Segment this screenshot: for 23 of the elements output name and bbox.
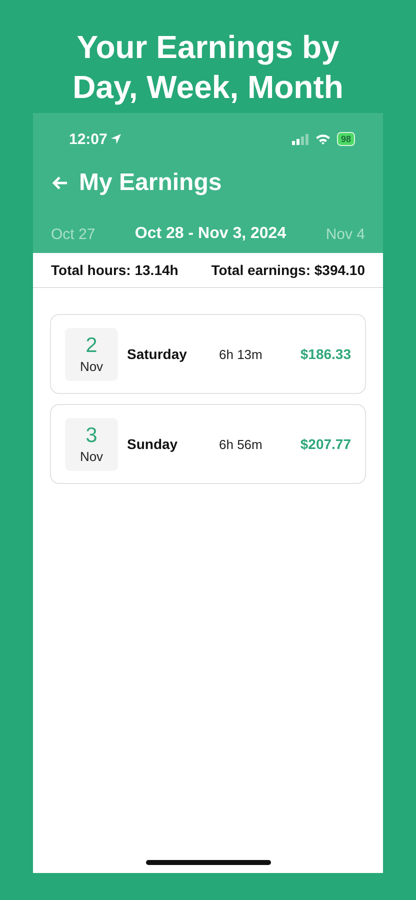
amount-label: $186.33 (300, 346, 351, 362)
day-number: 2 (86, 334, 98, 356)
current-week-label: Oct 28 - Nov 3, 2024 (134, 225, 286, 243)
weekday-label: Saturday (127, 346, 188, 362)
day-card[interactable]: 2 Nov Saturday 6h 13m $186.33 (50, 314, 366, 394)
amount-label: $207.77 (300, 436, 351, 452)
location-icon (110, 133, 122, 145)
month-label: Nov (80, 358, 104, 374)
status-time: 12:07 (69, 130, 108, 148)
signal-icon (292, 134, 309, 144)
weekday-label: Sunday (127, 436, 179, 452)
headline: Your Earnings by Day, Week, Month (72, 28, 344, 107)
day-number: 3 (86, 424, 98, 446)
month-label: Nov (80, 448, 104, 464)
back-arrow-icon[interactable] (51, 175, 69, 191)
day-card[interactable]: 3 Nov Sunday 6h 56m $207.77 (50, 404, 366, 484)
duration-label: 6h 56m (219, 436, 264, 452)
total-hours: Total hours: 13.14h (51, 262, 178, 278)
total-earnings: Total earnings: $394.10 (211, 262, 365, 278)
wifi-icon (314, 133, 331, 145)
duration-label: 6h 13m (219, 346, 264, 362)
screen-title: My Earnings (79, 169, 222, 197)
battery-level: 98 (336, 132, 355, 146)
